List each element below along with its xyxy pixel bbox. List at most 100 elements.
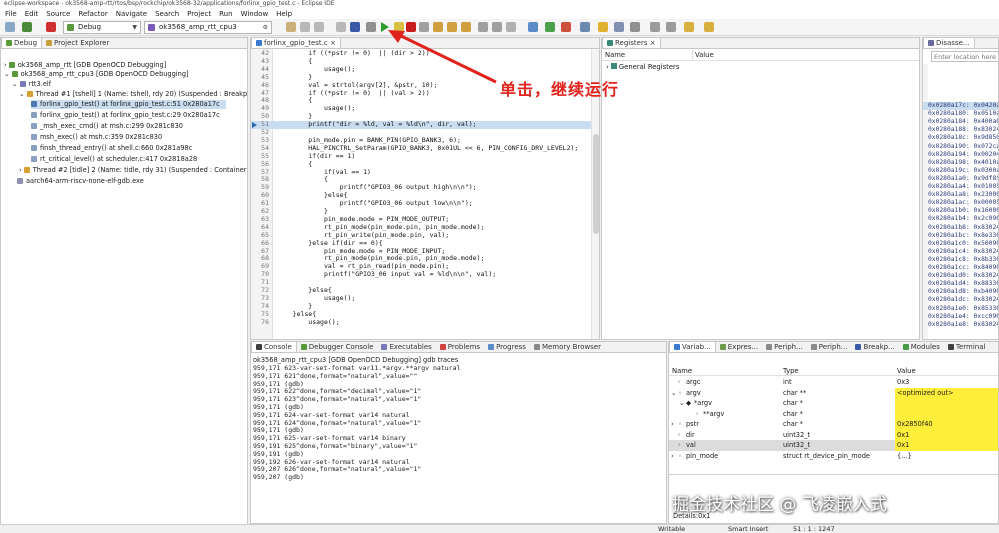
tree-item[interactable]: ⌄ Thread #1 [tshell] 1 (Name: tshell, rd… [19,90,247,99]
tab-peripherals-2[interactable]: Periph... [807,342,852,352]
menu-navigate[interactable]: Navigate [112,10,151,18]
variable-row[interactable]: ◦ **argv char * [669,408,998,419]
tab-executables[interactable]: Executables [377,342,435,352]
close-icon[interactable]: × [650,39,656,47]
debug-icon[interactable] [528,22,538,32]
column-value[interactable]: Value [897,366,916,376]
variable-row[interactable]: ⌄ ◦ argv char ** <optimized out> [669,387,998,398]
menu-search[interactable]: Search [151,10,183,18]
console-line: 959,207 (gdb) [253,473,304,482]
variable-row[interactable]: › ◦ pstr char * 0x2850f40 [669,419,998,430]
tab-peripherals[interactable]: Periph... [762,342,807,352]
close-icon[interactable]: × [330,39,336,47]
register-group[interactable]: › General Registers [606,63,679,71]
column-type[interactable]: Type [783,366,799,376]
disassembly-icon [928,40,934,46]
next-annotation-icon[interactable] [666,22,676,32]
back-icon[interactable] [684,22,694,32]
tab-label: Debugger Console [308,343,374,351]
tab-modules[interactable]: Modules [899,342,944,352]
column-value[interactable]: Value [695,50,714,61]
tab-console[interactable]: Console [251,342,297,352]
var-name: pin_mode [686,451,719,460]
menu-run[interactable]: Run [215,10,236,18]
tree-item[interactable]: aarch64-arm-riscv-none-elf-gdb.exe [17,177,144,186]
var-icon: ◦ [677,441,681,449]
menu-help[interactable]: Help [272,10,296,18]
tree-item[interactable]: › Thread #2 [tidle] 2 (Name: tidle, rdy … [19,166,247,175]
stack-frame[interactable]: _msh_exec_cmd() at msh.c:299 0x281c830 [31,122,183,131]
tab-breakpoints[interactable]: Breakp... [851,342,898,352]
tab-problems[interactable]: Problems [436,342,484,352]
console-output[interactable]: 959,171 623-var-set-format var11.*argv.*… [251,364,666,523]
open-type-icon[interactable] [580,22,590,32]
variable-row[interactable]: ◦ argc int 0x3 [669,377,998,388]
var-type: struct rt_device_pin_mode [783,451,870,460]
stack-frame[interactable]: finsh_thread_entry() at shell.c:660 0x28… [31,144,192,153]
tab-project-explorer[interactable]: Project Explorer [42,38,113,48]
disassembly-line: 0x0280a188: 0x830240e [928,126,998,134]
stack-frame[interactable]: forlinx_gpio_test() at forlinx_gpio_test… [31,111,220,120]
debug-tabbar: Debug Project Explorer [1,38,247,49]
prev-annotation-icon[interactable] [650,22,660,32]
instruction-step-icon[interactable] [506,22,516,32]
column-name[interactable]: Name [605,50,625,61]
annotation-text: 单击，继续运行 [500,80,620,99]
menu-project[interactable]: Project [183,10,215,18]
var-name: argv [686,388,701,397]
new-icon[interactable] [286,22,296,32]
menu-refactor[interactable]: Refactor [74,10,111,18]
disassembly-lines[interactable]: 0x0280a17c: 0x0420a0e 0x0280a180: 0x0510… [923,102,998,339]
tab-progress[interactable]: Progress [484,342,530,352]
tab-memory-browser[interactable]: Memory Browser [530,342,605,352]
menu-file[interactable]: File [1,10,21,18]
tab-terminal[interactable]: Terminal [944,342,990,352]
external-tools-icon[interactable] [561,22,571,32]
chevron-right-icon: › [606,63,609,71]
run-icon[interactable] [545,22,555,32]
variable-row-selected[interactable]: ◦ val uint32_t 0x1 [669,440,998,451]
var-value: {...} [897,451,912,460]
tab-expressions[interactable]: Expres... [716,342,762,352]
var-icon: ◦ [695,409,699,418]
tree-item[interactable]: ⌄ ok3568_amp_rtt_cpu3 [GDB OpenOCD Debug… [4,70,189,79]
tab-debugger-console[interactable]: Debugger Console [297,342,378,352]
search-icon[interactable] [598,22,608,32]
menu-source[interactable]: Source [42,10,74,18]
tree-item[interactable]: ⌄ rtt3.elf [12,80,51,89]
stop-icon[interactable] [46,22,56,32]
tab-disassembly[interactable]: Disasse... [923,38,975,48]
open-task-icon[interactable] [614,22,624,32]
column-name[interactable]: Name [672,366,692,376]
tab-variables[interactable]: Variab... [669,342,716,352]
toggle-mark-icon[interactable] [630,22,640,32]
forward-icon[interactable] [704,22,714,32]
print-icon[interactable] [336,22,346,32]
tree-item[interactable]: › ok3568_amp_rtt [GDB OpenOCD Debugging] [4,61,166,70]
disassembly-line: 0x0280a194: 0x00204le [928,150,998,158]
save-all-icon[interactable] [314,22,324,32]
location-input[interactable] [931,51,998,62]
disassembly-line: 0x0280a1ac: 0x000055e [928,199,998,207]
scrollbar-thumb[interactable] [593,134,599,234]
launch-config-combo[interactable]: ok3568_amp_rtt_cpu3 ⚙ [144,21,272,34]
tab-debug[interactable]: Debug [1,38,43,48]
stack-frame[interactable]: msh_exec() at msh.c:359 0x281c830 [31,133,162,142]
stack-frame[interactable]: rt_critical_level() at scheduler.c:417 0… [31,155,197,164]
build-icon[interactable] [22,22,32,32]
terminal-icon[interactable] [350,22,360,32]
stack-frame-selected[interactable]: forlinx_gpio_test() at forlinx_gpio_test… [31,100,226,109]
disassembly-line: 0x0280a1a8: 0x2300000 [928,191,998,199]
settings-icon[interactable] [5,22,15,32]
menu-edit[interactable]: Edit [21,10,43,18]
variable-row[interactable]: ⌄ ◆ *argv char * [669,398,998,409]
variable-row[interactable]: › ◦ pin_mode struct rt_device_pin_mode {...} [669,451,998,462]
launch-mode-combo[interactable]: Debug ▼ [63,21,141,34]
variables-icon [674,344,680,350]
save-icon[interactable] [300,22,310,32]
tab-forlinx-gpio-test[interactable]: forlinx_gpio_test.c × [251,38,341,48]
variable-row[interactable]: ◦ dir uint32_t 0x1 [669,429,998,440]
menu-window[interactable]: Window [237,10,273,18]
skip-breakpoints-icon[interactable] [366,22,376,32]
tab-registers[interactable]: Registers × [602,38,661,48]
